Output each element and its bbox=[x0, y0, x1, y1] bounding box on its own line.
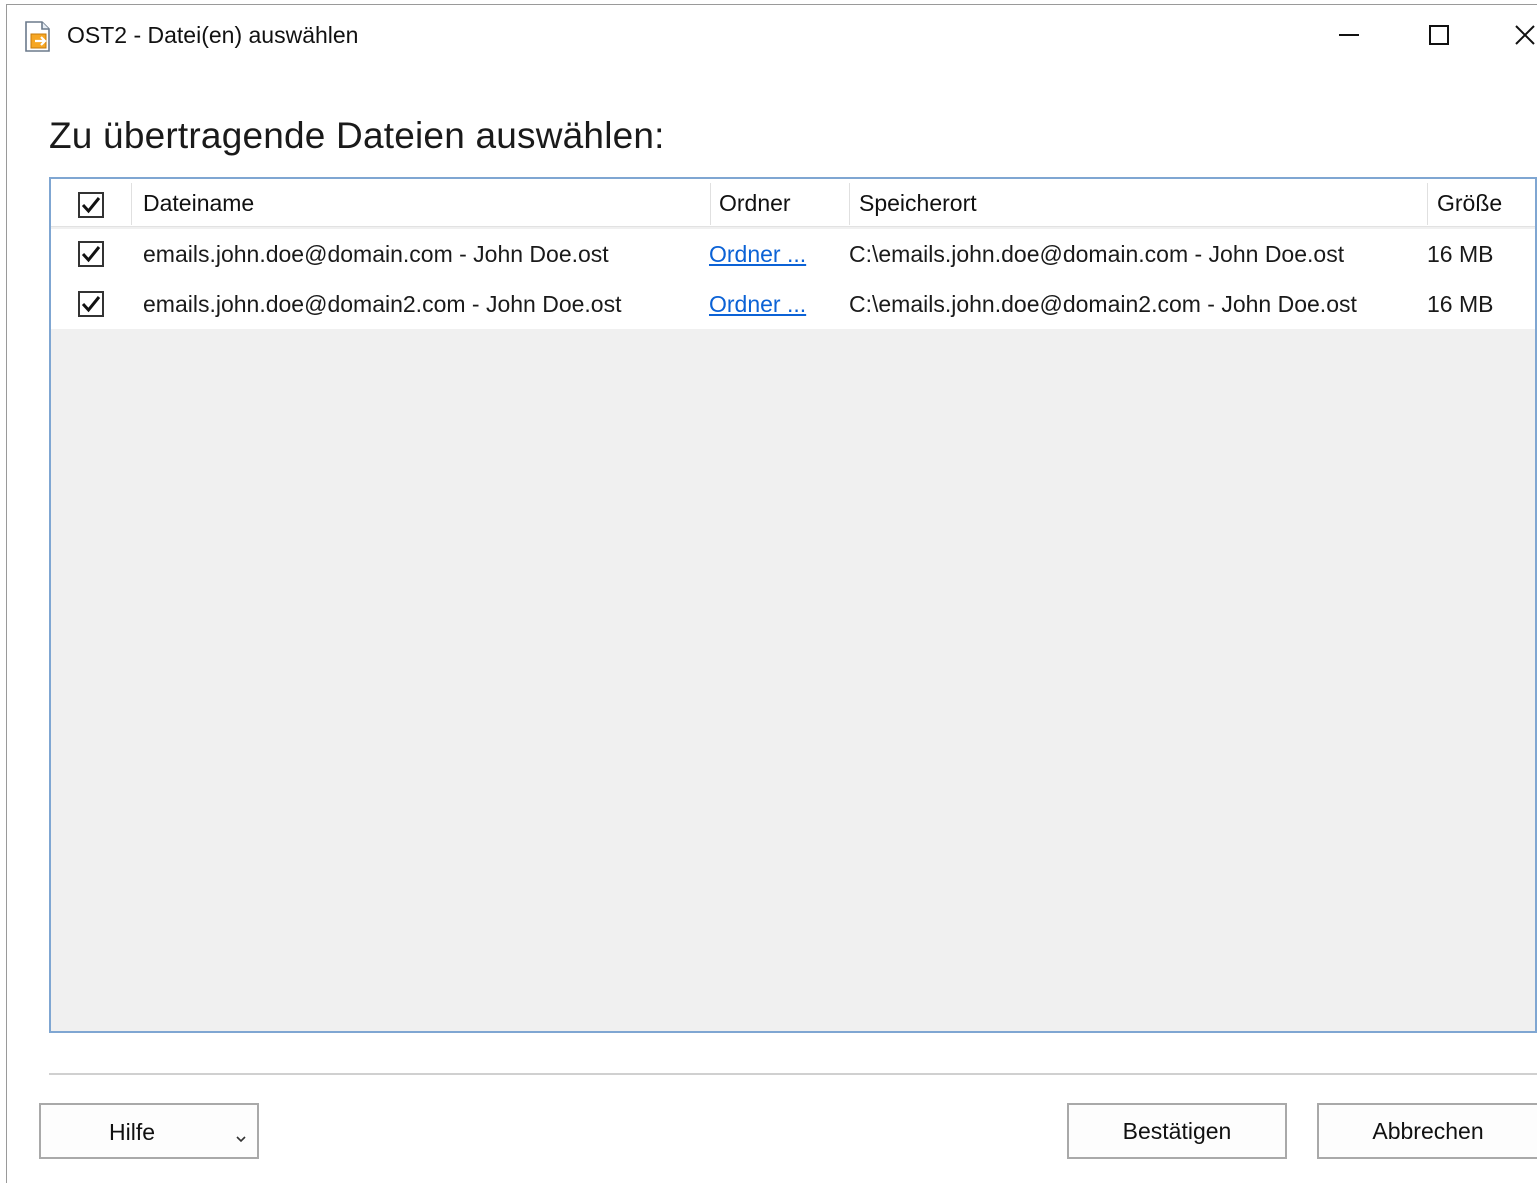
page-title: Zu übertragende Dateien auswählen: bbox=[49, 115, 665, 156]
row-size: 16 MB bbox=[1427, 290, 1494, 317]
checkmark-icon bbox=[81, 197, 101, 214]
select-all-checkbox[interactable] bbox=[78, 192, 104, 218]
column-separator bbox=[1427, 183, 1428, 225]
column-separator bbox=[710, 183, 711, 225]
close-button[interactable] bbox=[1495, 9, 1537, 61]
checkmark-icon bbox=[81, 246, 101, 263]
dialog-window: OST2 - Datei(en) auswählen Zu übertragen… bbox=[6, 4, 1537, 1183]
column-header-folder[interactable]: Ordner bbox=[719, 179, 791, 227]
column-header-filename[interactable]: Dateiname bbox=[143, 179, 254, 227]
column-separator bbox=[849, 183, 850, 225]
column-header-location[interactable]: Speicherort bbox=[859, 179, 977, 227]
column-header-size[interactable]: Größe bbox=[1437, 179, 1502, 227]
row-filename: emails.john.doe@domain.com - John Doe.os… bbox=[143, 240, 609, 267]
list-header: Dateiname Ordner Speicherort Größe bbox=[51, 179, 1535, 227]
row-folder-link[interactable]: Ordner ... bbox=[709, 279, 806, 329]
maximize-button[interactable] bbox=[1409, 9, 1469, 61]
row-folder-link[interactable]: Ordner ... bbox=[709, 229, 806, 279]
minimize-icon bbox=[1339, 34, 1359, 36]
checkmark-icon bbox=[81, 296, 101, 313]
table-row[interactable]: emails.john.doe@domain2.com - John Doe.o… bbox=[51, 279, 1535, 329]
row-location: C:\emails.john.doe@domain2.com - John Do… bbox=[849, 290, 1357, 317]
chevron-down-icon bbox=[235, 1123, 247, 1150]
row-location: C:\emails.john.doe@domain.com - John Doe… bbox=[849, 240, 1345, 267]
file-list: Dateiname Ordner Speicherort Größe email… bbox=[49, 177, 1537, 1033]
confirm-button[interactable]: Bestätigen bbox=[1067, 1103, 1287, 1159]
row-checkbox[interactable] bbox=[78, 291, 104, 317]
row-size: 16 MB bbox=[1427, 240, 1494, 267]
row-filename: emails.john.doe@domain2.com - John Doe.o… bbox=[143, 290, 622, 317]
footer-divider bbox=[49, 1073, 1537, 1075]
app-document-icon bbox=[23, 20, 55, 54]
title-bar: OST2 - Datei(en) auswählen bbox=[7, 5, 1537, 65]
cancel-button[interactable]: Abbrechen bbox=[1317, 1103, 1537, 1159]
minimize-button[interactable] bbox=[1319, 9, 1379, 61]
column-separator bbox=[131, 183, 132, 225]
maximize-icon bbox=[1429, 25, 1449, 45]
help-button-label: Hilfe bbox=[109, 1119, 156, 1145]
table-row[interactable]: emails.john.doe@domain.com - John Doe.os… bbox=[51, 229, 1535, 279]
help-button[interactable]: Hilfe bbox=[39, 1103, 259, 1159]
row-checkbox[interactable] bbox=[78, 241, 104, 267]
window-title: OST2 - Datei(en) auswählen bbox=[67, 22, 359, 48]
close-icon bbox=[1515, 25, 1535, 45]
